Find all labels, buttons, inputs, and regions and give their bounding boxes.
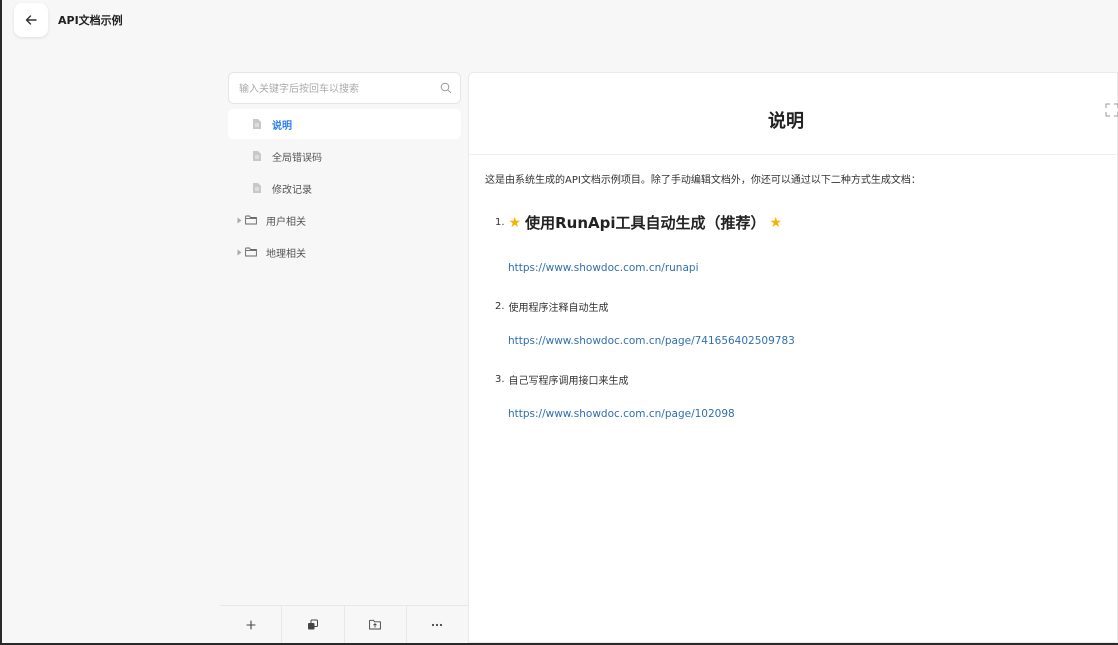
- more-icon: [432, 623, 443, 626]
- step-number: 1.: [495, 217, 505, 228]
- caret-right-icon[interactable]: [234, 249, 244, 256]
- catalog-item-changelog[interactable]: 修改记录: [228, 173, 461, 203]
- step-text: 自己写程序调用接口来生成: [508, 376, 629, 387]
- catalog-item-error-codes[interactable]: 全局错误码: [228, 141, 461, 171]
- fullscreen-icon[interactable]: [1105, 103, 1118, 117]
- search-icon[interactable]: [440, 82, 452, 94]
- star-icon: ★: [508, 214, 522, 231]
- top-bar: API文档示例: [2, 0, 1118, 40]
- step-3: 3. 自己写程序调用接口来生成: [495, 372, 629, 387]
- step-number: 2.: [495, 301, 505, 312]
- document-icon: [250, 117, 264, 131]
- folder-icon: [244, 213, 258, 227]
- sidebar-toolbar: [220, 605, 468, 643]
- document-title-bar: 说明: [469, 73, 1118, 155]
- catalog-item-label: 全局错误码: [272, 152, 322, 164]
- step-1: 1. ★ 使用RunApi工具自动生成（推荐） ★: [495, 212, 782, 233]
- catalog-item-description[interactable]: 说明: [228, 109, 461, 139]
- step-number: 3.: [495, 374, 505, 385]
- window-edge-left: [0, 0, 2, 645]
- api-call-link[interactable]: https://www.showdoc.com.cn/page/102098: [508, 408, 735, 420]
- star-icon: ★: [769, 214, 783, 231]
- folder-upload-icon: [369, 619, 381, 630]
- search-box: [228, 72, 461, 104]
- copy-icon: [307, 619, 318, 629]
- catalog-folder-user[interactable]: 用户相关: [228, 205, 461, 235]
- new-page-button[interactable]: [220, 606, 283, 643]
- caret-right-icon[interactable]: [234, 217, 244, 224]
- comment-doc-link[interactable]: https://www.showdoc.com.cn/page/74165640…: [508, 335, 795, 347]
- catalog-folder-label: 地理相关: [266, 248, 306, 260]
- catalog-item-label: 说明: [272, 120, 292, 132]
- document-icon: [250, 149, 264, 163]
- plus-icon: [246, 619, 256, 630]
- more-button[interactable]: [407, 606, 468, 643]
- back-button[interactable]: [14, 3, 48, 37]
- catalog-item-label: 修改记录: [272, 184, 312, 196]
- step-heading: 使用RunApi工具自动生成（推荐）: [525, 214, 766, 232]
- new-folder-button[interactable]: [345, 606, 407, 643]
- document-intro: 这是由系统生成的API文档示例项目。除了手动编辑文档外，你还可以通过以下二种方式…: [485, 175, 921, 186]
- document-title: 说明: [768, 111, 804, 132]
- document-icon: [250, 181, 264, 195]
- step-text: 使用程序注释自动生成: [508, 303, 609, 314]
- catalog-folder-geo[interactable]: 地理相关: [228, 237, 461, 267]
- step-2: 2. 使用程序注释自动生成: [495, 299, 609, 314]
- arrow-left-icon: [25, 15, 37, 25]
- catalog-sidebar: 说明 全局错误码 修改记录 用户相关 地理相关: [220, 66, 468, 643]
- document-body: 这是由系统生成的API文档示例项目。除了手动编辑文档外，你还可以通过以下二种方式…: [485, 173, 1105, 420]
- runapi-link[interactable]: https://www.showdoc.com.cn/runapi: [508, 262, 698, 274]
- copy-page-button[interactable]: [282, 606, 345, 643]
- folder-icon: [244, 245, 258, 259]
- catalog-folder-label: 用户相关: [266, 216, 306, 228]
- document-panel: 说明 这是由系统生成的API文档示例项目。除了手动编辑文档外，你还可以通过以下二…: [468, 72, 1118, 643]
- search-input[interactable]: [239, 79, 434, 99]
- project-title: API文档示例: [58, 14, 123, 27]
